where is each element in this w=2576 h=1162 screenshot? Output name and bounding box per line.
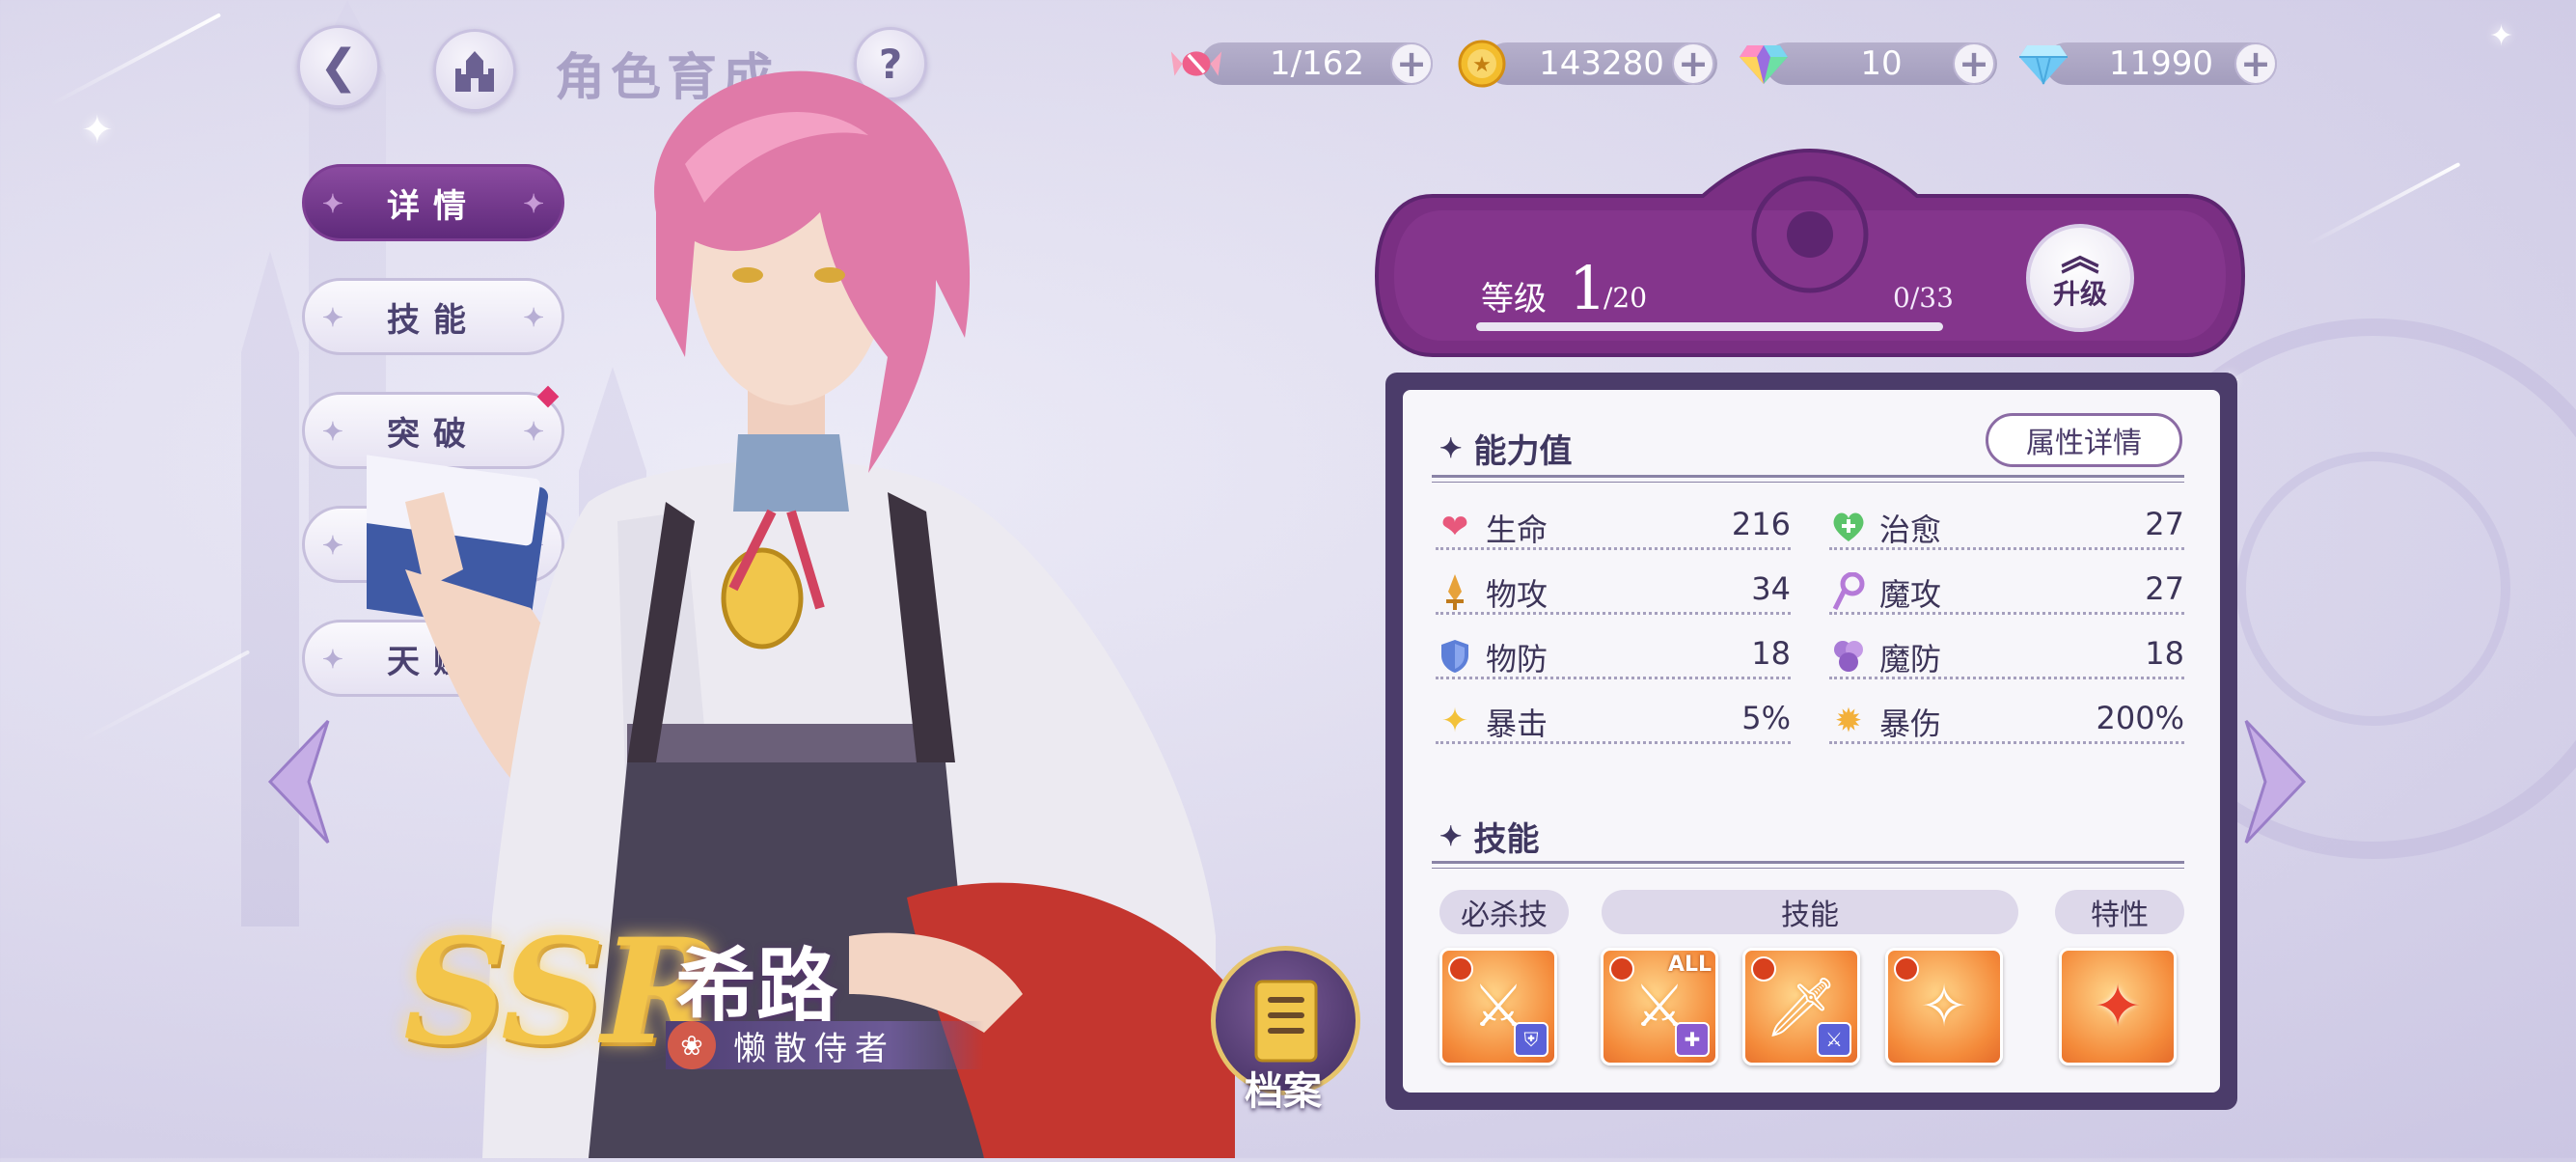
skill-3-icon[interactable]: ✧: [1885, 948, 2003, 1065]
skill-level-dot: [1894, 956, 1919, 982]
diamond-add-button[interactable]: +: [2234, 42, 2277, 85]
stat-value: 18: [2145, 635, 2184, 672]
previous-character-arrow[interactable]: [266, 719, 330, 844]
stat-row: 治愈 27: [1829, 502, 2184, 550]
diamond-icon: [2016, 37, 2070, 91]
shield-badge-icon: ⛨: [1514, 1022, 1548, 1057]
sparkle-icon: ✦: [322, 646, 343, 675]
ultimate-skill-icon[interactable]: ⚔ ⛨: [1439, 948, 1557, 1065]
skill-2-icon[interactable]: 🗡 ⚔: [1742, 948, 1860, 1065]
skills-tab: 技能: [1602, 890, 2018, 934]
divider: [1432, 861, 2184, 869]
skills-heading-label: 技能: [1473, 820, 1540, 859]
sword-icon: [1436, 572, 1474, 611]
sparkle-icon: ✦: [1439, 432, 1463, 464]
ultimate-tab: 必杀技: [1439, 890, 1569, 934]
archive-book-icon: [1254, 980, 1317, 1062]
level-current: 1: [1569, 253, 1607, 323]
rose-emblem-icon: ❀: [668, 1021, 716, 1069]
stat-name: 物攻: [1486, 576, 1548, 613]
shield-icon: [1436, 637, 1474, 676]
stat-name: 暴伤: [1879, 706, 1942, 742]
stat-value: 5%: [1741, 700, 1791, 736]
heal-badge-icon: ✚: [1675, 1022, 1710, 1057]
sparkle-icon: ✦: [322, 304, 343, 333]
stat-value: 27: [2145, 506, 2184, 542]
stat-row: 物防 18: [1436, 631, 1791, 679]
stat-row: ✹ 暴伤 200%: [1829, 696, 2184, 744]
sparkle-icon: ✦: [322, 532, 343, 561]
sparkle-icon: ✦: [81, 108, 114, 152]
stat-row: 魔攻 27: [1829, 567, 2184, 615]
stats-heading-label: 能力值: [1473, 432, 1573, 471]
rainbow-gem-add-button[interactable]: +: [1953, 42, 1995, 85]
stat-value: 34: [1751, 570, 1791, 607]
gold-value: 143280: [1539, 44, 1664, 83]
stat-name: 治愈: [1879, 512, 1942, 548]
light-streak: [48, 13, 222, 107]
candy-value: 1/162: [1270, 44, 1364, 83]
level-label: 等级: [1481, 280, 1547, 318]
stat-name: 物防: [1486, 641, 1548, 678]
sparkle-icon: ✦: [322, 190, 343, 219]
rainbow-gem-icon: [1737, 37, 1791, 91]
archive-label: 档案: [1245, 1068, 1322, 1114]
heal-icon: [1829, 508, 1868, 546]
stat-name: 暴击: [1486, 706, 1548, 742]
upgrade-button[interactable]: ︽ 升级: [2026, 224, 2134, 332]
magic-defense-icon: [1829, 637, 1868, 676]
next-character-arrow[interactable]: [2244, 719, 2308, 844]
skills-heading: ✦ 技能: [1439, 813, 1539, 860]
crit-burst-icon: ✹: [1834, 702, 1863, 740]
sword-badge-icon: ⚔: [1817, 1022, 1851, 1057]
skill-target-tag: ALL: [1667, 953, 1712, 977]
divider: [1432, 475, 2184, 483]
stat-name: 魔防: [1879, 641, 1942, 678]
stat-value: 216: [1731, 506, 1791, 542]
double-chevron-up-icon: ︽: [2061, 235, 2099, 279]
wand-icon: [1829, 572, 1868, 611]
stat-value: 200%: [2096, 700, 2184, 736]
svg-text:★: ★: [1472, 53, 1492, 77]
skill-level-dot: [1609, 956, 1634, 982]
stat-row: 物攻 34: [1436, 567, 1791, 615]
rainbow-gem-value: 10: [1860, 44, 1903, 83]
gold-coin-icon: ★: [1455, 37, 1509, 91]
crit-star-icon: ✦: [1440, 702, 1469, 740]
stat-row: ✦ 暴击 5%: [1436, 696, 1791, 744]
sparkle-icon: ✦: [1439, 820, 1463, 852]
stat-value: 27: [2145, 570, 2184, 607]
sparkle-icon: ✦: [322, 418, 343, 447]
back-arrow-icon: ❮: [318, 40, 359, 94]
skill-1-icon[interactable]: ALL ⚔ ✚: [1601, 948, 1718, 1065]
sparkle-icon: ✦: [2489, 19, 2514, 53]
stat-row: ❤ 生命 216: [1436, 502, 1791, 550]
trait-tab: 特性: [2055, 890, 2184, 934]
skill-level-dot: [1448, 956, 1473, 982]
stats-heading: ✦ 能力值: [1439, 425, 1572, 472]
stat-value: 18: [1751, 635, 1791, 672]
gold-add-button[interactable]: +: [1672, 42, 1714, 85]
skill-level-dot: [1751, 956, 1776, 982]
candy-add-button[interactable]: +: [1390, 42, 1433, 85]
attribute-details-button[interactable]: 属性详情: [1986, 413, 2182, 467]
trait-icon[interactable]: ✦: [2059, 948, 2177, 1065]
exp-text: 0/33: [1893, 282, 1954, 314]
flame-icon: ✦: [2093, 973, 2143, 1040]
upgrade-label: 升级: [2052, 278, 2107, 310]
sword-flash-icon: ✧: [1919, 973, 1969, 1040]
diamond-value: 11990: [2108, 44, 2214, 83]
stat-name: 生命: [1486, 512, 1548, 548]
stat-row: 魔防 18: [1829, 631, 2184, 679]
light-streak: [2305, 161, 2461, 248]
heart-icon: ❤: [1440, 508, 1469, 546]
stat-name: 魔攻: [1879, 576, 1942, 613]
level-max: /20: [1603, 282, 1648, 314]
exp-progress-bar: [1476, 322, 1943, 331]
light-streak: [77, 650, 251, 744]
